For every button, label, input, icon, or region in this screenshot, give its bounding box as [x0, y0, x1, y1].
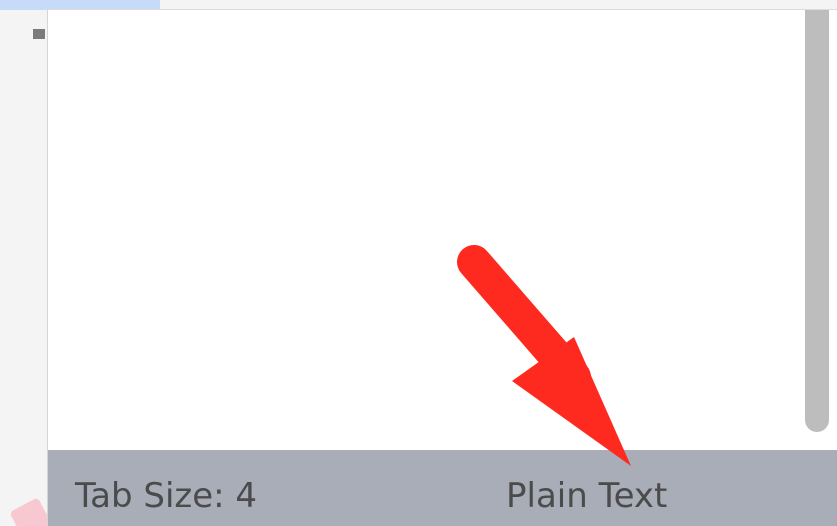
text-editor-window: Tab Size: 4 Plain Text: [47, 9, 837, 526]
status-bar: Tab Size: 4 Plain Text: [48, 450, 837, 526]
screenshot-canvas: Tab Size: 4 Plain Text: [0, 0, 837, 526]
editor-text-area[interactable]: [48, 10, 837, 451]
vertical-scrollbar-thumb[interactable]: [805, 10, 829, 432]
language-mode-indicator[interactable]: Plain Text: [506, 458, 667, 526]
editor-margin-marker: [33, 29, 45, 39]
tab-size-indicator[interactable]: Tab Size: 4: [75, 458, 257, 526]
vertical-scrollbar-track[interactable]: [801, 10, 837, 451]
